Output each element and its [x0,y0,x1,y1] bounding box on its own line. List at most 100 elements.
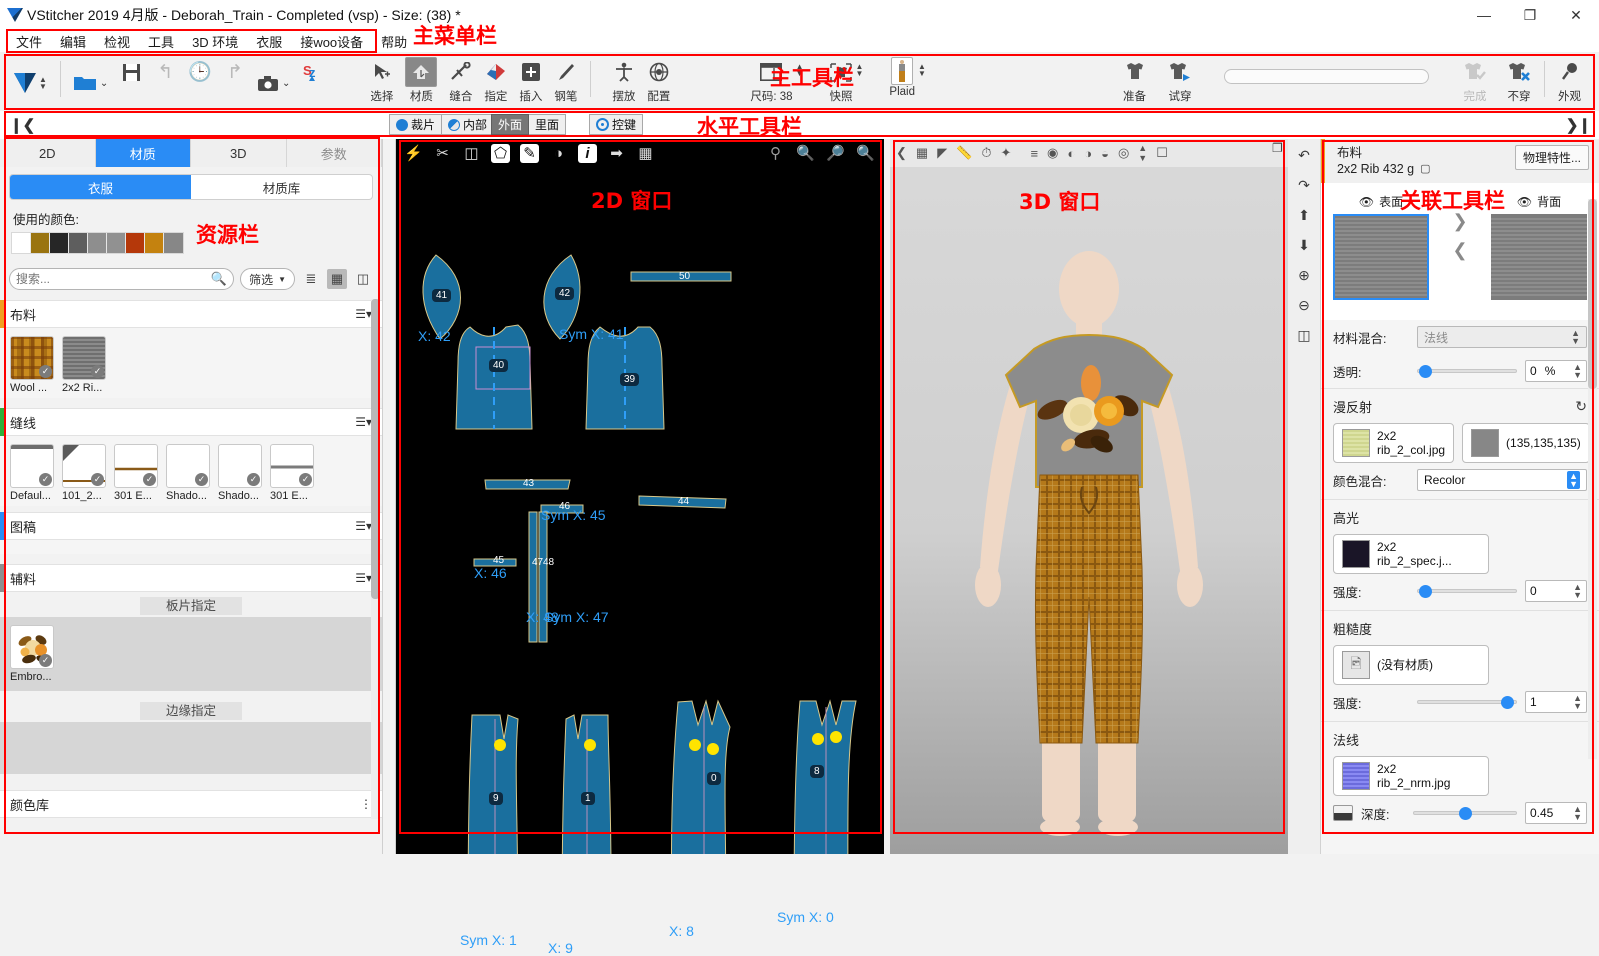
needle-icon[interactable]: ✂ [433,144,452,163]
color-swatch[interactable] [88,233,107,253]
slider-knob[interactable] [1501,695,1514,709]
minimize-button[interactable]: — [1461,0,1507,30]
left-panel-scrollbar[interactable] [371,299,380,819]
plane-icon[interactable]: ◤ [937,145,947,161]
color-blend-select[interactable]: Recolor ▲ ▼ [1417,469,1587,491]
spinner-icon[interactable]: ▲ ▼ [1571,329,1580,346]
side-inside-button[interactable]: 里面 [529,114,567,135]
depth-slider[interactable] [1413,806,1517,820]
logo-spinner[interactable]: ▲ ▼ [39,76,47,91]
depth-value-box[interactable]: 0.45 ▲ ▼ [1525,802,1587,824]
maximize-button[interactable]: ❐ [1507,0,1553,30]
filter-dropdown[interactable]: 筛选 ▼ [240,268,295,290]
arrow-right-hex-icon[interactable]: ➡ [607,144,626,163]
back-icon[interactable]: ❮ [896,145,907,161]
fit-icon[interactable]: ◫ [1297,327,1310,344]
undo-button[interactable]: ↰ [148,53,182,109]
section-menu-icon[interactable]: ☰▾ [355,415,372,429]
specular-strength-box[interactable]: 0 ▲ ▼ [1525,580,1587,602]
section-menu-icon[interactable]: ☰▾ [355,307,372,321]
zoom-out-icon[interactable]: ⊖ [1298,297,1310,314]
section-header-colorlib[interactable]: 颜色库 ⋮ [0,790,382,818]
select-tool[interactable]: 选择 [364,53,399,109]
color-swatch[interactable] [145,233,164,253]
zoom-region-icon[interactable]: 🔍 [796,144,815,163]
mode-piece-button[interactable]: 裁片 [389,114,443,135]
color-swatch[interactable] [164,233,183,253]
material-thumb[interactable]: ✓ Shado... [166,444,210,502]
material-tool[interactable]: 材质 [399,53,443,109]
tryon-button[interactable]: 试穿 [1162,53,1198,109]
undo-arrow-icon[interactable]: ↶ [1298,147,1310,164]
front-preview-image[interactable] [1333,214,1429,300]
tab-2d[interactable]: 2D [0,139,96,167]
slider-knob[interactable] [1419,364,1432,378]
menu-item-3denv[interactable]: 3D 环境 [183,30,247,53]
specular-texture-button[interactable]: 2x2 rib_2_spec.j... [1333,534,1489,574]
slider-knob[interactable] [1458,806,1472,820]
view-left-icon[interactable]: ◐ [1067,146,1075,161]
spinner-icon[interactable]: ▲ ▼ [1573,363,1582,380]
close-button[interactable]: ✕ [1553,0,1599,30]
material-thumb[interactable]: ✓ Defaul... [10,444,54,502]
toolbar-logo-button[interactable]: ▲ ▼ [0,53,53,109]
finish-button[interactable]: 完成 [1457,53,1493,109]
tab-parameters[interactable]: 参数 [286,139,382,167]
material-thumb[interactable]: ✓ Wool ... [10,336,54,394]
configure-tool[interactable]: 配置 [641,53,676,109]
right-panel-scrollbar[interactable] [1588,199,1597,759]
grid-icon[interactable]: ▦ [916,145,928,161]
half-circle-icon[interactable]: ◑ [549,144,568,163]
lightning-icon[interactable]: ⚡ [404,144,423,163]
transparency-slider[interactable] [1417,364,1517,378]
align-icon[interactable]: ≡ [1030,146,1038,161]
list-view-icon[interactable]: ≣ [301,269,321,289]
colorway-selector[interactable]: Plaid ▲ ▼ [883,53,932,109]
collapse-right-button[interactable]: ❯❙ [1566,116,1591,134]
physical-properties-button[interactable]: 物理特性... [1514,145,1589,170]
snapshot-spinner[interactable]: ▲ ▼ [855,63,863,78]
section-header-seams[interactable]: 缝线 ☰▾ [0,408,382,436]
control-button[interactable]: 控键 [589,114,644,135]
fabric-info-icon[interactable]: ▢ [1420,161,1430,177]
redo-button[interactable]: ↱ [218,53,252,109]
subtab-garment[interactable]: 衣服 [10,175,191,199]
move-up-icon[interactable]: ⬆ [1298,207,1310,224]
view-right-icon[interactable]: ◒ [1101,146,1109,161]
transparency-value-box[interactable]: 0 % ▲ ▼ [1525,360,1587,382]
zoom-fit-icon[interactable]: ⚲ [766,144,785,163]
slider-knob[interactable] [1419,584,1432,598]
assign-tool[interactable]: 指定 [478,53,513,109]
spinner-icon[interactable]: ▲ ▼ [1573,805,1582,822]
section-menu-icon[interactable]: ☰▾ [355,519,372,533]
grid-view-icon[interactable]: ▦ [327,269,347,289]
section-header-fabric[interactable]: 布料 ☰▾ [0,300,382,328]
view-persp-icon[interactable]: ◎ [1118,145,1129,161]
tab-3d[interactable]: 3D [191,139,287,167]
menu-item-devices[interactable]: 接woo设备 [291,30,372,53]
collapse-left-button[interactable]: ❙❮ [10,116,35,134]
roughness-strength-slider[interactable] [1417,695,1517,709]
color-swatch[interactable] [107,233,126,253]
artwork-thumb[interactable]: ✓ Embro... [10,625,54,683]
subtab-library[interactable]: 材质库 [191,175,372,199]
menu-item-edit[interactable]: 编辑 [51,30,95,53]
stitch-tool[interactable]: 缝合 [443,53,478,109]
avatar-stage-3d[interactable] [890,167,1288,854]
window-icon[interactable]: ☐ [1156,145,1168,161]
chevron-down-icon[interactable]: ⌄ [282,78,290,89]
zoom-in-icon[interactable]: ⊕ [1298,267,1310,284]
ruler-icon[interactable]: 📏 [956,145,972,161]
menu-item-view[interactable]: 检视 [95,30,139,53]
color-swatch[interactable] [31,233,50,253]
side-outside-button[interactable]: 外面 [491,114,530,135]
section-menu-icon[interactable]: ☰▾ [355,571,372,585]
scrollbar-thumb[interactable] [1588,199,1597,389]
menu-item-tools[interactable]: 工具 [139,30,183,53]
color-swatch[interactable] [50,233,69,253]
insert-tool[interactable]: 插入 [513,53,548,109]
redo-arrow-icon[interactable]: ↷ [1298,177,1310,194]
polygon-icon[interactable]: ⬠ [491,143,510,163]
tension-icon[interactable]: ⏱ [981,145,991,161]
material-thumb[interactable]: ✓ 301 E... [270,444,314,502]
